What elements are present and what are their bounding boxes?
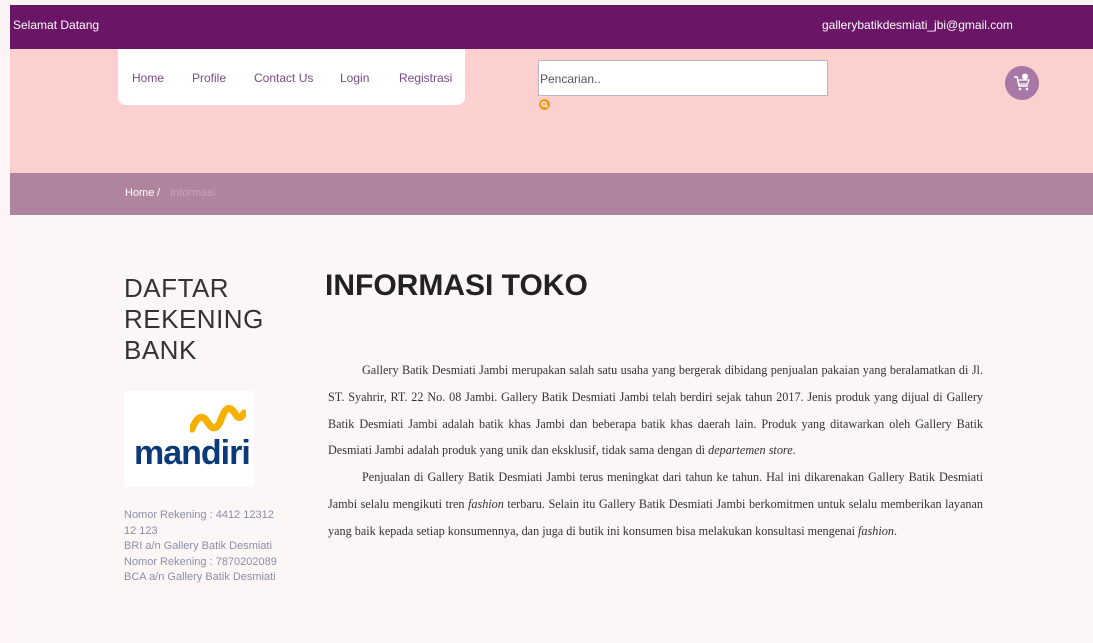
breadcrumb-home[interactable]: Home <box>125 187 154 199</box>
contact-email[interactable]: gallerybatikdesmiati_jbi@gmail.com <box>822 18 1013 32</box>
paragraph-2: Penjualan di Gallery Batik Desmiati Jamb… <box>328 470 983 538</box>
nav-home[interactable]: Home <box>132 71 164 85</box>
cart-button[interactable] <box>1005 66 1039 100</box>
sidebar-title: DAFTAR REKENING BANK <box>124 273 264 365</box>
paragraph-1: Gallery Batik Desmiati Jambi merupakan s… <box>328 363 983 458</box>
nav-contact-us[interactable]: Contact Us <box>254 71 313 85</box>
breadcrumb-current: Informasi <box>170 187 216 199</box>
nav-profile[interactable]: Profile <box>192 71 226 85</box>
search-button[interactable] <box>539 99 550 110</box>
nav-registrasi[interactable]: Registrasi <box>399 71 452 85</box>
account-bca: Nomor Rekening : 7870202089 BCA a/n Gall… <box>124 555 277 584</box>
search-icon <box>541 101 548 108</box>
mandiri-wordmark: mandiri <box>134 434 251 472</box>
account-bri: Nomor Rekening : 4412 12312 12 123 BRI a… <box>124 509 274 552</box>
breadcrumb: Home / Informasi <box>10 173 1093 215</box>
store-info-article: Gallery Batik Desmiati Jambi merupakan s… <box>328 357 983 545</box>
cart-icon <box>1014 73 1030 91</box>
main-nav: Home Profile Contact Us Login Registrasi <box>118 49 465 105</box>
mandiri-logo: mandiri <box>124 391 254 487</box>
top-bar: Selamat Datang gallerybatikdesmiati_jbi@… <box>10 5 1093 49</box>
page-frame: Selamat Datang gallerybatikdesmiati_jbi@… <box>10 5 1093 643</box>
mandiri-wave-icon <box>190 405 246 433</box>
welcome-text: Selamat Datang <box>13 18 100 32</box>
breadcrumb-separator: / <box>157 187 161 199</box>
nav-login[interactable]: Login <box>340 71 369 85</box>
account-info: Nomor Rekening : 4412 12312 12 123 BRI a… <box>124 508 284 586</box>
header: Home Profile Contact Us Login Registrasi… <box>10 49 1093 173</box>
page-title: INFORMASI TOKO <box>325 269 588 302</box>
search-input[interactable]: Pencarian.. <box>538 60 828 96</box>
